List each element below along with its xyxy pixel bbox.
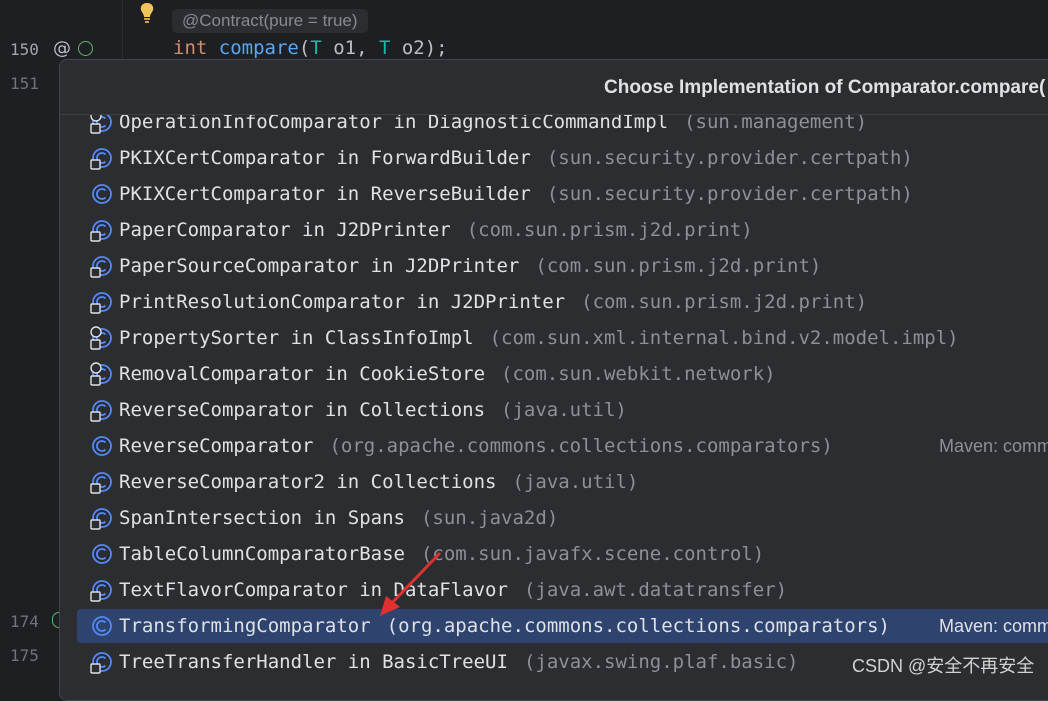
code-keyword: int <box>173 37 208 59</box>
implementation-name: PKIXCertComparator in ForwardBuilder <box>119 147 531 169</box>
annotation-gutter-icon[interactable]: @ <box>53 38 71 59</box>
implementation-package: (java.util) <box>501 399 627 421</box>
implementation-package: (com.sun.prism.j2d.print) <box>535 255 822 277</box>
implementation-source: Maven: comm <box>939 615 1048 636</box>
code-type-param: T <box>310 37 322 59</box>
implementation-package: (java.awt.datatransfer) <box>523 579 788 601</box>
implementation-name: RemovalComparator in CookieStore <box>119 363 486 385</box>
implementation-package: (javax.swing.plaf.basic) <box>523 651 799 673</box>
inner-class-icon <box>90 580 112 602</box>
implementation-name: PrintResolutionComparator in J2DPrinter <box>119 291 566 313</box>
implementation-item[interactable]: ReverseComparator in Collections (java.ut… <box>77 393 1048 427</box>
implementation-package: (sun.security.provider.certpath) <box>546 147 913 169</box>
implementation-source: Maven: comm <box>939 435 1048 456</box>
code-text: o1, <box>321 37 379 59</box>
implementation-name: TextFlavorComparator in DataFlavor <box>119 579 508 601</box>
implementation-package: (sun.security.provider.certpath) <box>546 183 913 205</box>
implementation-list[interactable]: OperationInfoComparator in DiagnosticCom… <box>60 115 1048 700</box>
implementation-name: PropertySorter in ClassInfoImpl <box>119 327 474 349</box>
implementation-name: SpanIntersection in Spans <box>119 507 405 529</box>
implementation-name: TransformingComparator <box>119 615 371 637</box>
implementation-item[interactable]: ReverseComparator2 in Collections (java.u… <box>77 465 1048 499</box>
implementation-item[interactable]: OperationInfoComparator in DiagnosticCom… <box>77 115 1048 139</box>
class-icon <box>92 616 112 636</box>
implementation-item[interactable]: PropertySorter in ClassInfoImpl (com.sun.… <box>77 321 1048 355</box>
implementation-package: (com.sun.prism.j2d.print) <box>466 219 753 241</box>
anonymous-class-icon <box>90 362 112 386</box>
class-icon <box>92 544 112 564</box>
implementation-item[interactable]: PaperSourceComparator in J2DPrinter (com.… <box>77 249 1048 283</box>
implementation-item[interactable]: TableColumnComparatorBase (com.sun.javafx… <box>77 537 1048 571</box>
popup-title: Choose Implementation of Comparator.comp… <box>604 77 1046 98</box>
implementation-item[interactable]: RemovalComparator in CookieStore (com.sun… <box>77 357 1048 391</box>
implementation-name: PKIXCertComparator in ReverseBuilder <box>119 183 531 205</box>
implementation-package: (org.apache.commons.collections.comparat… <box>386 615 890 637</box>
class-icon <box>92 436 112 456</box>
inner-class-icon <box>90 472 112 494</box>
watermark: CSDN @安全不再安全 <box>852 656 1035 676</box>
implementation-package: (com.sun.xml.internal.bind.v2.model.impl… <box>489 327 959 349</box>
implementation-item[interactable]: PKIXCertComparator in ForwardBuilder (sun… <box>77 141 1048 175</box>
inner-class-icon <box>90 652 112 674</box>
inner-class-icon <box>90 292 112 314</box>
anonymous-class-icon <box>90 326 112 350</box>
implementation-package: (java.util) <box>512 471 639 493</box>
code-text: ( <box>298 37 311 59</box>
line-number: 151 <box>10 74 39 93</box>
lightbulb-icon[interactable] <box>138 2 156 24</box>
code-type-param: T <box>378 37 391 59</box>
implementation-item[interactable]: PaperComparator in J2DPrinter (com.sun.pr… <box>77 213 1048 247</box>
implementation-package: (com.sun.webkit.network) <box>501 363 776 385</box>
implementation-name: PaperComparator in J2DPrinter <box>119 219 451 241</box>
inner-class-icon <box>90 400 112 422</box>
popup-header: Choose Implementation of Comparator.comp… <box>60 60 1048 115</box>
inner-class-icon <box>90 508 112 530</box>
implementation-name: ReverseComparator in Collections <box>119 399 486 421</box>
contract-annotation-hint[interactable]: @Contract(pure = true) <box>172 9 368 33</box>
inner-class-icon <box>90 256 112 278</box>
anonymous-class-icon <box>90 115 112 134</box>
implementation-package: (sun.management) <box>684 115 868 133</box>
implementation-package: (com.sun.prism.j2d.print) <box>581 291 868 313</box>
code-text: o2); <box>390 37 448 59</box>
implementation-name: ReverseComparator <box>119 435 314 457</box>
implementation-item-selected[interactable]: TransformingComparator (org.apache.common… <box>77 609 1048 643</box>
implementation-package: (sun.java2d) <box>420 507 559 529</box>
code-method-name: compare <box>218 37 299 59</box>
implemented-gutter-icon[interactable] <box>78 41 93 56</box>
implementation-name: TreeTransferHandler in BasicTreeUI <box>119 651 508 673</box>
implementation-item[interactable]: PrintResolutionComparator in J2DPrinter (… <box>77 285 1048 319</box>
implementation-item[interactable]: ReverseComparator (org.apache.commons.col… <box>77 429 1048 463</box>
line-number: 174 <box>10 612 39 631</box>
implementation-package: (com.sun.javafx.scene.control) <box>420 543 765 565</box>
implementation-name: TableColumnComparatorBase <box>119 543 405 565</box>
inner-class-icon <box>90 220 112 242</box>
implementation-name: PaperSourceComparator in J2DPrinter <box>119 255 520 277</box>
implementation-item[interactable]: SpanIntersection in Spans (sun.java2d) <box>77 501 1048 535</box>
choose-implementation-popup: Choose Implementation of Comparator.comp… <box>59 59 1048 701</box>
implementation-item[interactable]: PKIXCertComparator in ReverseBuilder (sun… <box>77 177 1048 211</box>
implementation-name: ReverseComparator2 in Collections <box>119 471 497 493</box>
implementation-package: (org.apache.commons.collections.comparat… <box>329 435 833 457</box>
class-icon <box>92 184 112 204</box>
line-number: 175 <box>10 646 39 665</box>
implementation-name: OperationInfoComparator in DiagnosticCom… <box>119 115 669 133</box>
implementation-item[interactable]: TextFlavorComparator in DataFlavor (java.… <box>77 573 1048 607</box>
line-number: 150 <box>10 40 39 59</box>
inner-class-icon <box>90 148 112 170</box>
code-line-150[interactable]: int compare(T o1, T o2); <box>173 37 448 59</box>
